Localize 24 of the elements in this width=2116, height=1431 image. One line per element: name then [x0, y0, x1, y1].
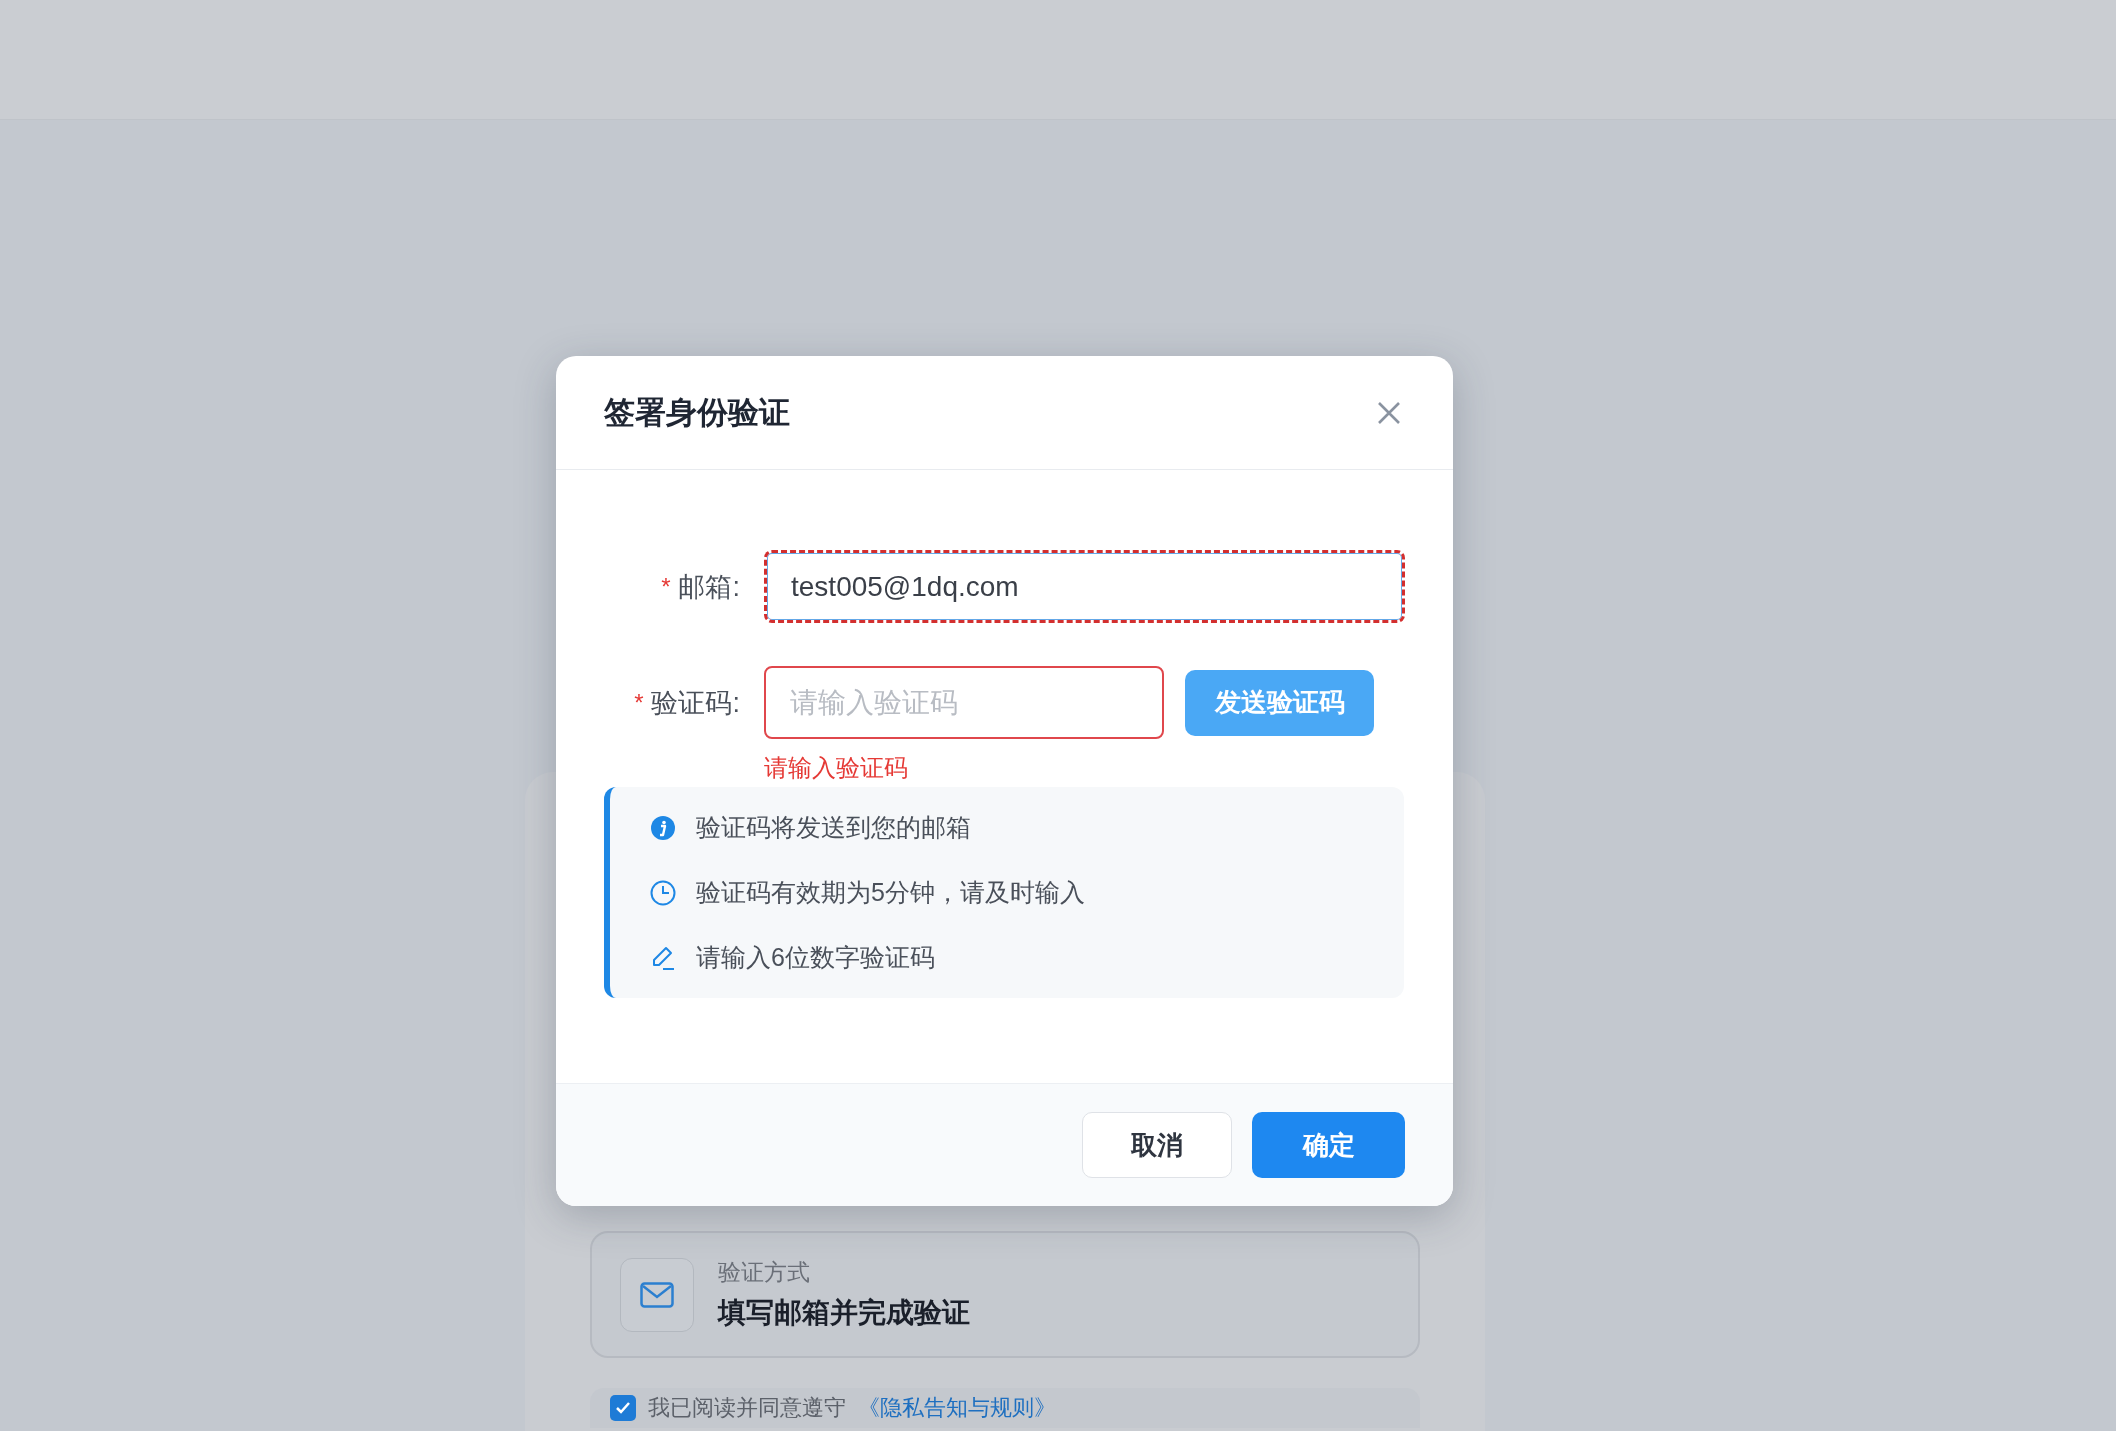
method-value: 填写邮箱并完成验证: [718, 1296, 970, 1330]
confirm-button[interactable]: 确定: [1252, 1112, 1405, 1178]
envelope-icon: [640, 1281, 674, 1308]
error-message: 请输入验证码: [764, 753, 909, 783]
email-field[interactable]: test005@1dq.com: [764, 550, 1405, 623]
tip-text: 请输入6位数字验证码: [696, 942, 935, 973]
required-mark: *: [634, 688, 644, 717]
tip-text: 验证码将发送到您的邮箱: [696, 812, 971, 843]
cancel-button[interactable]: 取消: [1082, 1112, 1232, 1178]
pencil-icon: [650, 944, 676, 971]
dialog-title: 签署身份验证: [604, 393, 790, 432]
field-label: 邮箱:: [678, 570, 740, 604]
agreement-text: 我已阅读并同意遵守: [648, 1394, 846, 1422]
checkbox[interactable]: [610, 1395, 636, 1421]
privacy-link[interactable]: 《隐私告知与规则》: [858, 1393, 1056, 1423]
code-field[interactable]: 请输入验证码: [764, 666, 1164, 739]
method-label: 验证方式: [718, 1258, 811, 1287]
tip-text: 验证码有效期为5分钟，请及时输入: [696, 877, 1085, 908]
clock-icon: [650, 879, 676, 906]
send-code-button[interactable]: 发送验证码: [1185, 669, 1374, 736]
required-mark: *: [661, 572, 671, 601]
info-icon: [650, 814, 676, 841]
close-icon: [1377, 400, 1401, 425]
field-label: 验证码:: [651, 686, 740, 720]
